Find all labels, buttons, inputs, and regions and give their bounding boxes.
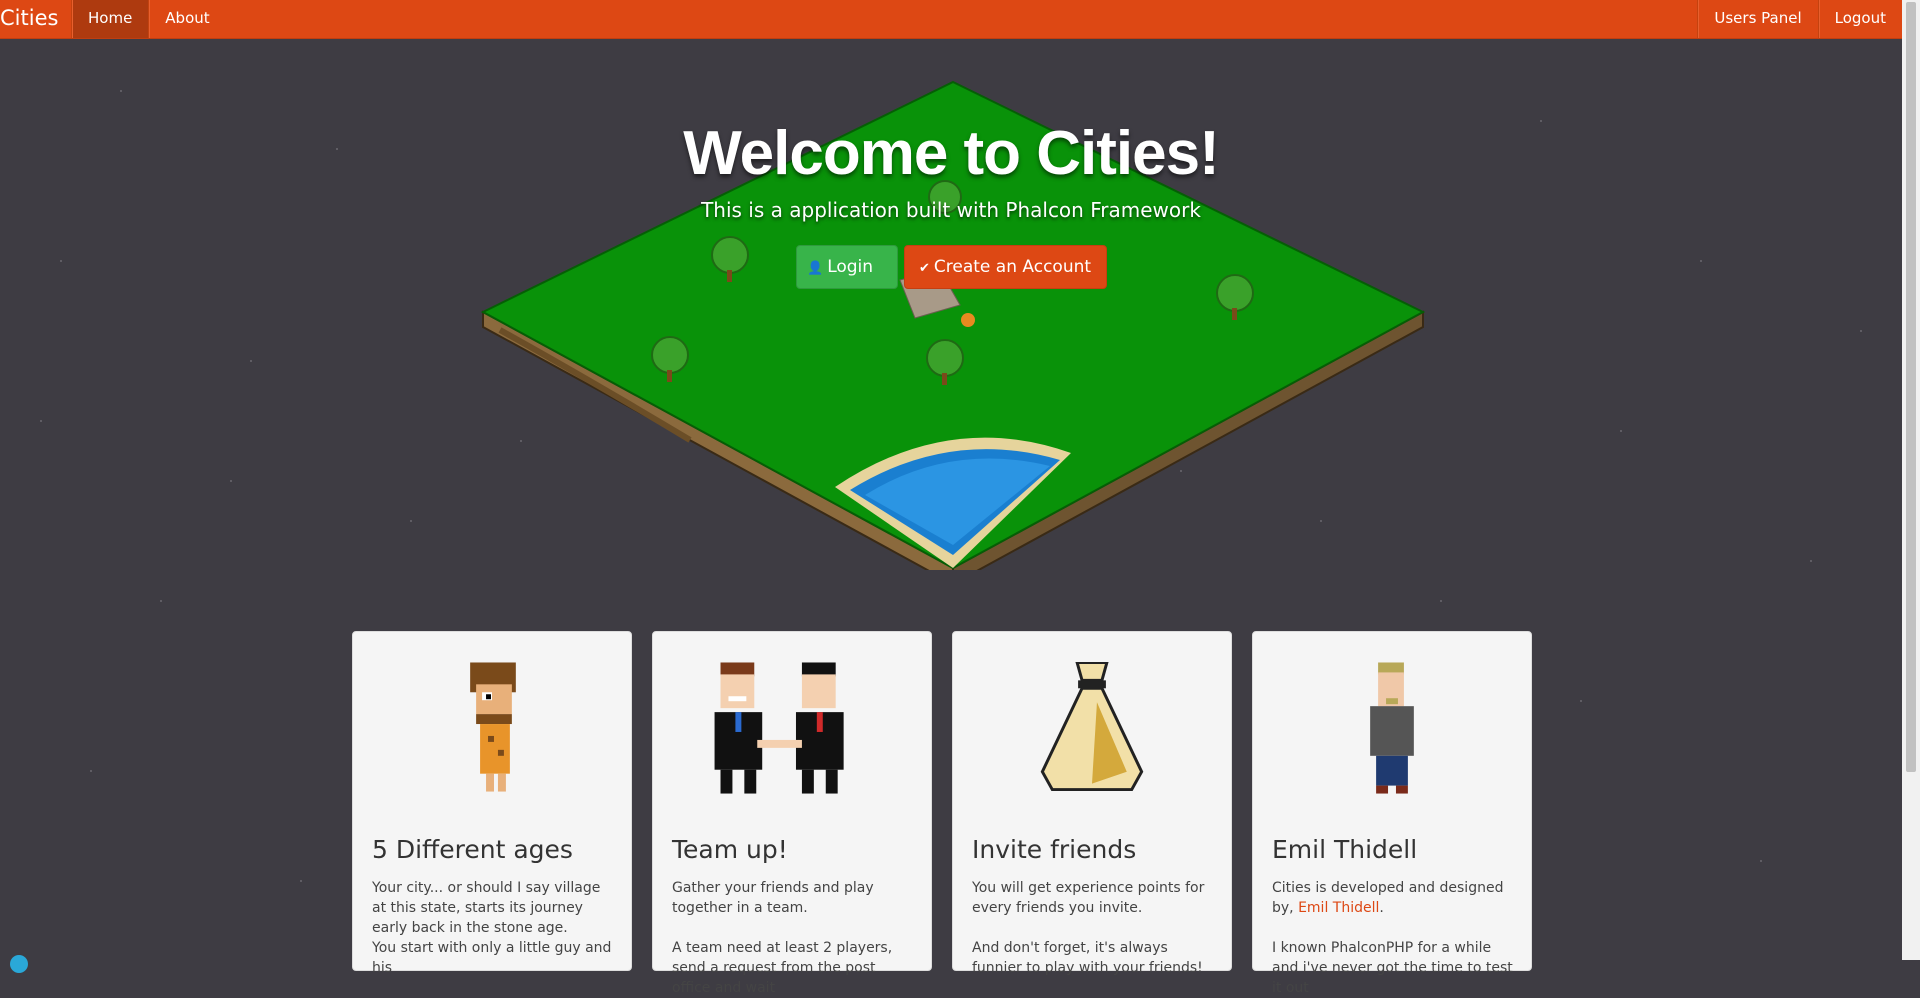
author-link[interactable]: Emil Thidell	[1298, 900, 1379, 916]
money-bag-illustration	[1040, 662, 1144, 792]
brand-logo[interactable]: Cities	[0, 0, 74, 38]
feature-card-team: Team up! Gather your friends and play to…	[652, 631, 932, 996]
team-illustration	[714, 662, 844, 794]
feature-text: Cities is developed and designed by, Emi…	[1272, 878, 1517, 918]
login-label: Login	[827, 257, 874, 277]
feature-text-2: And don't forget, it's always funnier to…	[972, 940, 1203, 976]
hero-title: Welcome to Cities!	[683, 119, 1220, 188]
feature-text: You will get experience points for every…	[972, 880, 1205, 916]
feature-title: Invite friends	[972, 835, 1137, 864]
create-account-button[interactable]: ✔ Create an Account	[904, 245, 1107, 289]
create-label: Create an Account	[933, 257, 1092, 277]
feature-title: 5 Different ages	[372, 835, 573, 864]
nav-about[interactable]: About	[148, 0, 225, 38]
feature-card-author: Emil Thidell Cities is developed and des…	[1252, 631, 1532, 996]
feature-text-suffix: .	[1379, 900, 1384, 916]
hero-buttons: 👤 Login ✔ Create an Account	[796, 245, 1107, 289]
feature-text: Gather your friends and play together in…	[672, 880, 874, 916]
feature-text: Your city... or should I say village at …	[372, 880, 601, 936]
caveman-illustration	[470, 662, 516, 792]
feature-text-2: I known PhalconPHP for a while and i've …	[1272, 940, 1513, 996]
page-scrollbar[interactable]	[1902, 0, 1920, 960]
feature-title: Emil Thidell	[1272, 835, 1418, 864]
feature-card-invite: Invite friends You will get experience p…	[952, 631, 1232, 976]
login-button[interactable]: 👤 Login	[796, 245, 898, 289]
feature-card-ages: 5 Different ages Your city... or should …	[352, 631, 632, 976]
feature-text-2: You start with only a little guy and his	[372, 940, 612, 976]
author-illustration	[1370, 662, 1414, 794]
help-bubble-icon[interactable]	[10, 955, 28, 973]
nav-home[interactable]: Home	[71, 0, 149, 38]
top-navbar: Cities Home About Users Panel Logout	[0, 0, 1902, 39]
feature-text-2: A team need at least 2 players, send a r…	[672, 940, 893, 996]
feature-title: Team up!	[672, 835, 788, 864]
user-icon: 👤	[807, 261, 824, 276]
nav-users-panel[interactable]: Users Panel	[1697, 0, 1817, 38]
hero-subtitle: This is a application built with Phalcon…	[701, 198, 1201, 222]
nav-right: Users Panel Logout	[1697, 0, 1902, 38]
nav-left: Home About	[71, 0, 226, 38]
check-icon: ✔	[919, 261, 930, 276]
nav-logout[interactable]: Logout	[1817, 0, 1902, 38]
scrollbar-thumb[interactable]	[1906, 2, 1916, 772]
